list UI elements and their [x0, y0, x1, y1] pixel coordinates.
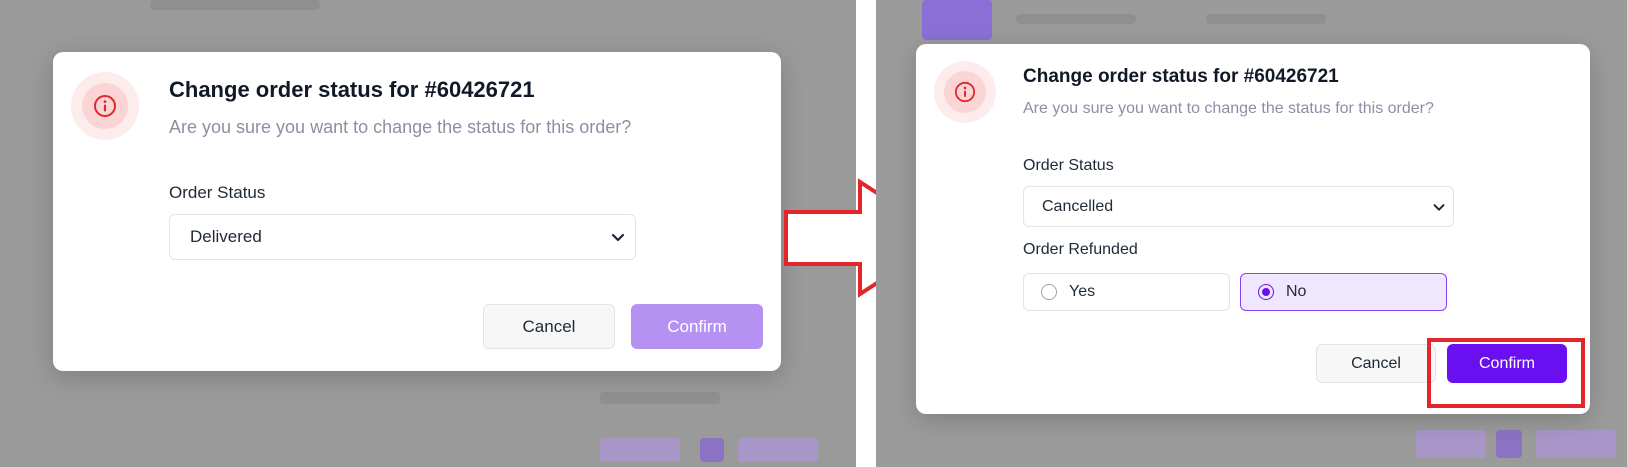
- background-pagination-button: [738, 438, 818, 462]
- dialog-subtitle: Are you sure you want to change the stat…: [169, 117, 632, 137]
- order-status-select[interactable]: Delivered: [169, 214, 636, 260]
- order-status-label: Order Status: [169, 183, 266, 202]
- order-status-select[interactable]: Cancelled: [1023, 186, 1454, 227]
- background-pagination-button: [1536, 430, 1616, 458]
- order-status-value: Delivered: [190, 227, 262, 246]
- order-status-label: Order Status: [1023, 157, 1114, 174]
- info-icon-badge: [71, 72, 139, 140]
- order-status-value: Cancelled: [1042, 197, 1114, 215]
- background-pagination-button: [1496, 430, 1522, 458]
- confirm-highlight-box: [1427, 338, 1585, 408]
- refund-option-label: No: [1286, 283, 1307, 300]
- background-row: [1016, 14, 1136, 24]
- dialog-title: Change order status for #60426721: [169, 77, 535, 102]
- background-items-per-page: [600, 392, 720, 404]
- refund-option-yes[interactable]: Yes: [1023, 273, 1230, 311]
- change-status-dialog: Change order status for #60426721 Are yo…: [53, 52, 781, 371]
- info-icon: [94, 95, 116, 117]
- info-icon-badge: [934, 61, 996, 123]
- confirm-button[interactable]: Confirm: [631, 304, 763, 349]
- refund-option-no[interactable]: No: [1240, 273, 1447, 311]
- order-refunded-label: Order Refunded: [1023, 241, 1138, 258]
- background-row: [1206, 14, 1326, 24]
- radio-selected-dot: [1262, 288, 1270, 296]
- dialog-subtitle: Are you sure you want to change the stat…: [1023, 100, 1434, 117]
- info-icon: [954, 81, 976, 103]
- dialog-title: Change order status for #60426721: [1023, 66, 1339, 87]
- background-pagination-button: [1416, 430, 1486, 458]
- refund-option-label: Yes: [1069, 283, 1096, 300]
- background-pagination-button: [700, 438, 724, 462]
- radio-button-yes[interactable]: [1041, 284, 1057, 300]
- cancel-button[interactable]: Cancel: [1316, 344, 1436, 383]
- background-row: [150, 0, 320, 10]
- cancel-button[interactable]: Cancel: [483, 304, 615, 349]
- chevron-down-icon: [1433, 203, 1445, 211]
- radio-button-no[interactable]: [1258, 284, 1274, 300]
- left-screenshot-panel: Change order status for #60426721 Are yo…: [0, 0, 856, 467]
- background-product-thumbnail: [922, 0, 992, 40]
- background-pagination-button: [600, 438, 680, 462]
- chevron-down-icon: [611, 233, 625, 242]
